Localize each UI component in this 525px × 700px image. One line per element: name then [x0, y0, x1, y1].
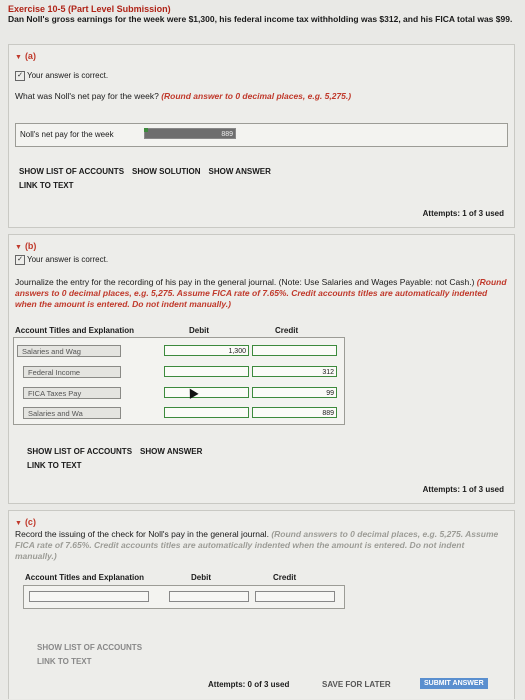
part-c-buttons: SHOW LIST OF ACCOUNTS [37, 643, 150, 652]
col-debit-header: Debit [191, 573, 211, 582]
part-a-question: What was Noll's net pay for the week? (R… [15, 91, 508, 102]
part-a-buttons: SHOW LIST OF ACCOUNTS SHOW SOLUTION SHOW A… [19, 167, 279, 176]
debit-input-row-2[interactable] [164, 366, 249, 377]
col-debit-header: Debit [189, 326, 209, 335]
collapse-triangle-icon[interactable]: ▼ [15, 54, 22, 61]
checkmark-icon: ✓ [15, 71, 25, 81]
debit-input-row-4[interactable] [164, 407, 249, 418]
part-a-status: ✓ Your answer is correct. [15, 71, 508, 81]
account-input-row-1[interactable] [29, 591, 149, 602]
part-c-question-text: Record the issuing of the check for Noll… [15, 529, 269, 539]
part-b-link-row: LINK TO TEXT [27, 461, 90, 470]
link-to-text-button[interactable]: LINK TO TEXT [19, 181, 74, 190]
save-for-later-button[interactable]: SAVE FOR LATER [322, 680, 391, 689]
debit-input-row-1[interactable]: 1,300 [164, 345, 249, 356]
account-input-row-3[interactable]: FICA Taxes Pay [23, 387, 121, 399]
col-account-header: Account Titles and Explanation [25, 573, 144, 582]
account-input-row-4[interactable]: Salaries and Wa [23, 407, 121, 419]
collapse-triangle-icon[interactable]: ▼ [15, 244, 22, 251]
link-to-text-button[interactable]: LINK TO TEXT [37, 657, 92, 666]
part-a-hint: (Round answer to 0 decimal places, e.g. … [161, 91, 352, 101]
link-to-text-button[interactable]: LINK TO TEXT [27, 461, 82, 470]
part-c-label-text: (c) [24, 517, 36, 527]
part-a-section: ▼ (a) ✓ Your answer is correct. What was N… [8, 44, 515, 228]
show-solution-button[interactable]: SHOW SOLUTION [132, 167, 200, 176]
part-b-status-text: Your answer is correct. [27, 255, 109, 265]
account-input-row-2[interactable]: Federal Income [23, 366, 121, 378]
account-input-row-1[interactable]: Salaries and Wag [17, 345, 121, 357]
col-credit-header: Credit [273, 573, 297, 582]
credit-input-row-1[interactable] [252, 345, 337, 356]
part-b-label-text: (b) [24, 241, 37, 251]
part-a-link-row: LINK TO TEXT [19, 181, 82, 190]
part-a-attempts: Attempts: 1 of 3 used [422, 209, 504, 218]
checkmark-icon: ✓ [15, 255, 25, 265]
net-pay-box: Noll's net pay for the week 889 [15, 123, 508, 147]
exercise-title: Exercise 10-5 (Part Level Submission) [8, 4, 171, 14]
exercise-header: Exercise 10-5 (Part Level Submission) Da… [8, 4, 513, 25]
submit-answer-button[interactable]: SUBMIT ANSWER [420, 678, 488, 689]
part-b-section: ▼ (b) ✓ Your answer is correct. Journalize… [8, 234, 515, 504]
part-c-label[interactable]: ▼ (c) [15, 517, 508, 527]
part-c-link-row: LINK TO TEXT [37, 657, 100, 666]
net-pay-input[interactable]: 889 [144, 128, 236, 139]
part-b-question-text: Journalize the entry for the recording o… [15, 277, 475, 287]
exercise-question: Dan Noll's gross earnings for the week w… [8, 14, 513, 24]
part-b-attempts: Attempts: 1 of 3 used [422, 485, 504, 494]
collapse-triangle-icon[interactable]: ▼ [15, 520, 22, 527]
col-credit-header: Credit [275, 326, 299, 335]
part-c-section: ▼ (c) Record the issuing of the check for… [8, 510, 515, 699]
debit-input-row-3[interactable] [164, 387, 249, 398]
net-pay-label: Noll's net pay for the week [20, 130, 114, 139]
col-account-header: Account Titles and Explanation [15, 326, 134, 335]
part-c-question: Record the issuing of the check for Noll… [15, 529, 508, 562]
part-a-status-text: Your answer is correct. [27, 71, 109, 81]
credit-input-row-4[interactable]: 889 [252, 407, 337, 418]
show-list-of-accounts-button[interactable]: SHOW LIST OF ACCOUNTS [19, 167, 124, 176]
show-list-of-accounts-button[interactable]: SHOW LIST OF ACCOUNTS [27, 447, 132, 456]
part-c-attempts: Attempts: 0 of 3 used [208, 680, 290, 689]
part-b-label[interactable]: ▼ (b) [15, 241, 508, 251]
correct-flag-icon [144, 128, 148, 132]
part-a-label-text: (a) [24, 51, 36, 61]
part-a-label[interactable]: ▼ (a) [15, 51, 508, 61]
show-answer-button[interactable]: SHOW ANSWER [140, 447, 202, 456]
show-answer-button[interactable]: SHOW ANSWER [208, 167, 270, 176]
credit-input-row-2[interactable]: 312 [252, 366, 337, 377]
debit-input-row-1[interactable] [169, 591, 249, 602]
part-b-status: ✓ Your answer is correct. [15, 255, 508, 265]
show-list-of-accounts-button[interactable]: SHOW LIST OF ACCOUNTS [37, 643, 142, 652]
part-a-question-text: What was Noll's net pay for the week? [15, 91, 159, 101]
credit-input-row-3[interactable]: 99 [252, 387, 337, 398]
page: Exercise 10-5 (Part Level Submission) Da… [0, 0, 525, 700]
part-b-question: Journalize the entry for the recording o… [15, 277, 508, 310]
credit-input-row-1[interactable] [255, 591, 335, 602]
part-b-buttons: SHOW LIST OF ACCOUNTS SHOW ANSWER [27, 447, 210, 456]
